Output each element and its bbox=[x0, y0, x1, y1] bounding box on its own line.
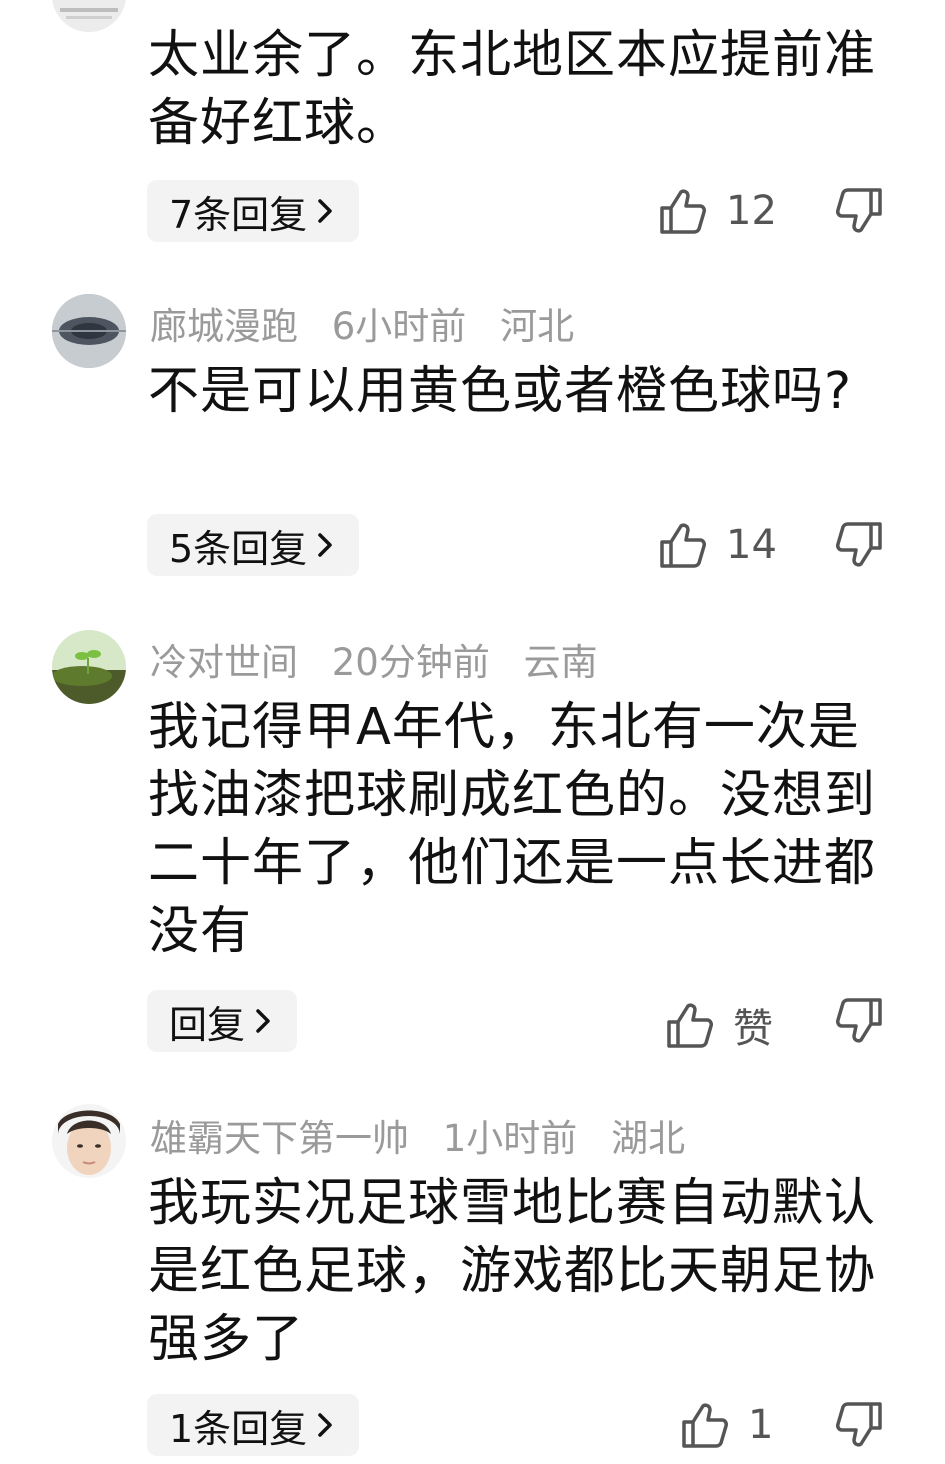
like-count: 12 bbox=[726, 188, 777, 234]
like-count: 赞 bbox=[733, 1006, 773, 1052]
replies-label: 5条回复 bbox=[169, 526, 308, 571]
location: 河北 bbox=[500, 305, 575, 348]
like-count: 14 bbox=[726, 522, 777, 568]
like-count: 1 bbox=[748, 1402, 774, 1448]
comment-meta: 雄霸天下第一帅 1小时前 湖北 bbox=[150, 1108, 707, 1162]
replies-label: 1条回复 bbox=[169, 1406, 308, 1451]
thumbs-up-icon bbox=[667, 1003, 713, 1048]
avatar-landscape-icon bbox=[52, 294, 126, 368]
replies-button[interactable]: 回复 bbox=[147, 990, 298, 1052]
location: 云南 bbox=[523, 641, 598, 684]
replies-label: 7条回复 bbox=[169, 192, 308, 237]
comment-content: 不是可以用黄色或者橙色球吗? bbox=[148, 362, 853, 421]
thumbs-down-icon[interactable] bbox=[834, 996, 884, 1046]
comment-meta: 廊城漫跑 6小时前 河北 bbox=[150, 296, 596, 350]
avatar[interactable] bbox=[52, 294, 126, 368]
avatar[interactable] bbox=[52, 1104, 126, 1178]
replies-label: 回复 bbox=[169, 1002, 246, 1047]
thumbs-down-icon[interactable] bbox=[834, 1400, 884, 1450]
comment-content: 我玩实况足球雪地比赛自动默认是红色足球，游戏都比天朝足协强多了 bbox=[148, 1174, 877, 1369]
like-button[interactable]: 赞 bbox=[665, 996, 773, 1054]
thumbs-down-icon[interactable] bbox=[834, 186, 884, 236]
replies-button[interactable]: 7条回复 bbox=[147, 180, 360, 242]
replies-button[interactable]: 1条回复 bbox=[147, 1394, 360, 1456]
thumbs-up-icon bbox=[682, 1403, 728, 1448]
location: 湖北 bbox=[611, 1117, 686, 1160]
comment-content: 我记得甲A年代，东北有一次是找油漆把球刷成红色的。没想到二十年了，他们还是一点长… bbox=[148, 698, 877, 961]
timestamp: 20分钟前 bbox=[331, 641, 490, 684]
avatar-face-icon bbox=[52, 1104, 126, 1178]
avatar[interactable] bbox=[52, 0, 126, 32]
chevron-right-icon bbox=[318, 199, 332, 223]
chevron-right-icon bbox=[318, 1413, 332, 1437]
comment-content: 太业余了。东北地区本应提前准备好红球。 bbox=[148, 26, 877, 153]
like-button[interactable]: 12 bbox=[658, 186, 777, 236]
thumbs-down-icon[interactable] bbox=[834, 520, 884, 570]
avatar-partial-icon bbox=[52, 0, 126, 32]
avatar-sprout-icon bbox=[52, 630, 126, 704]
replies-button[interactable]: 5条回复 bbox=[147, 514, 360, 576]
thumbs-up-icon bbox=[660, 189, 706, 234]
username[interactable]: 冷对世间 bbox=[150, 641, 298, 684]
chevron-right-icon bbox=[256, 1009, 270, 1033]
timestamp: 1小时前 bbox=[442, 1117, 578, 1160]
username[interactable]: 廊城漫跑 bbox=[150, 305, 298, 348]
timestamp: 6小时前 bbox=[331, 305, 467, 348]
username[interactable]: 雄霸天下第一帅 bbox=[150, 1117, 409, 1160]
like-button[interactable]: 14 bbox=[658, 520, 777, 570]
comment-meta: 冷对世间 20分钟前 云南 bbox=[150, 632, 620, 686]
thumbs-up-icon bbox=[660, 523, 706, 568]
avatar[interactable] bbox=[52, 630, 126, 704]
chevron-right-icon bbox=[318, 533, 332, 557]
like-button[interactable]: 1 bbox=[680, 1400, 773, 1450]
